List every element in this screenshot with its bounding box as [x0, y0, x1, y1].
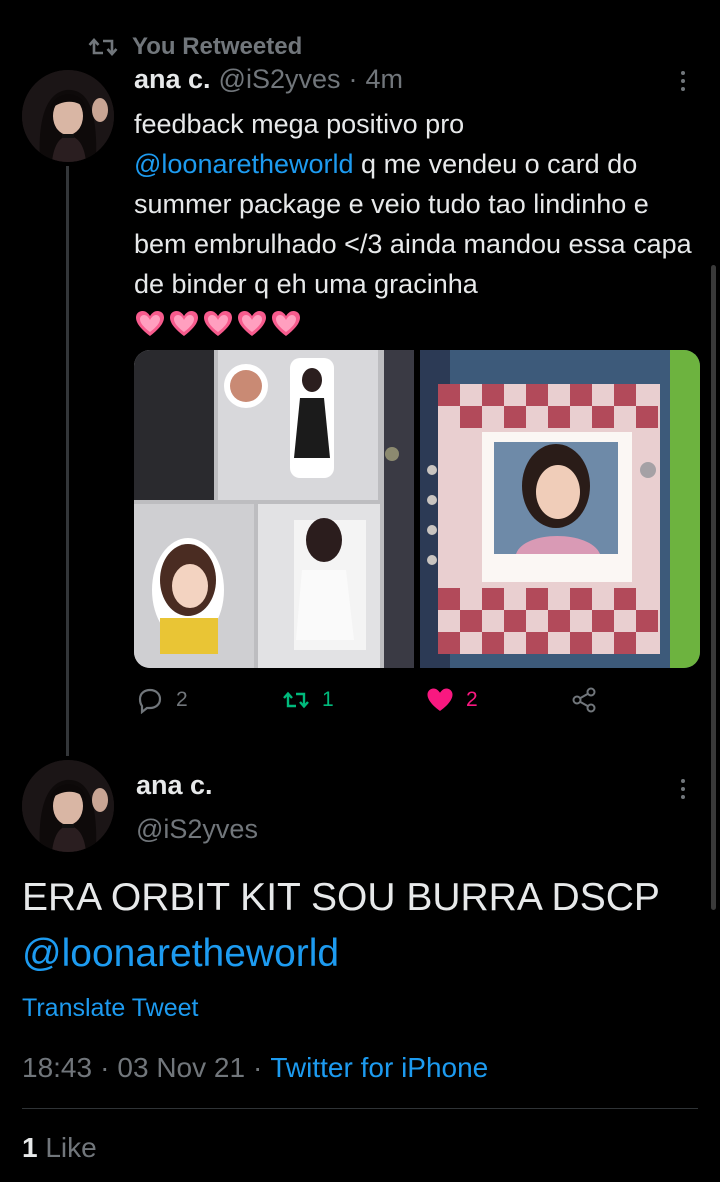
thread-connector — [66, 166, 69, 756]
more-dot — [681, 779, 685, 783]
avatar-photo — [22, 70, 114, 162]
reply-button[interactable]: 2 — [136, 686, 188, 714]
likes-summary[interactable]: 1 Like — [22, 1132, 97, 1164]
reply-count: 2 — [176, 688, 188, 711]
tweet-text-part: feedback mega positivo pro — [134, 109, 465, 139]
share-icon — [572, 687, 596, 713]
retweet-banner-label: You Retweeted — [132, 33, 303, 60]
tweet-header: ana c. @iS2yves · 4m — [134, 64, 403, 95]
tweet-time: 18:43 — [22, 1052, 93, 1083]
divider — [22, 1108, 698, 1109]
retweet-banner: You Retweeted — [88, 32, 302, 62]
pink-heart-emoji — [136, 311, 164, 336]
retweet-count: 1 — [322, 688, 334, 711]
heart-emojis — [134, 308, 704, 340]
pink-heart-emoji — [238, 311, 266, 336]
tweet-metadata: 18:43 · 03 Nov 21 · Twitter for iPhone — [22, 1052, 488, 1084]
author-name[interactable]: ana c. — [136, 770, 213, 801]
tweet-date: 03 Nov 21 — [117, 1052, 246, 1083]
more-dot — [681, 787, 685, 791]
tweet-actions: 2 1 2 — [136, 686, 616, 722]
separator-dot: · — [100, 1052, 110, 1083]
retweet-button[interactable]: 1 — [282, 686, 334, 714]
pink-heart-emoji — [204, 311, 232, 336]
like-label: Like — [45, 1132, 97, 1163]
author-handle[interactable]: @iS2yves — [136, 814, 258, 845]
scrollbar[interactable] — [711, 265, 716, 910]
retweet-icon — [88, 38, 118, 56]
tweet-text: feedback mega positivo pro @loonarethewo… — [134, 104, 704, 340]
more-options-button[interactable] — [668, 774, 698, 804]
tweet-media — [134, 350, 700, 668]
mention-link[interactable]: @loonaretheworld — [22, 932, 339, 975]
author-name[interactable]: ana c. — [134, 64, 211, 95]
media-photo-binder-pages[interactable] — [134, 350, 414, 668]
tweet-text: ERA ORBIT KIT SOU BURRA DSCP @loonarethe… — [22, 870, 682, 982]
mention-link[interactable]: @loonaretheworld — [134, 149, 354, 179]
avatar[interactable] — [22, 70, 114, 162]
more-dot — [681, 87, 685, 91]
heart-filled-icon — [427, 688, 453, 711]
avatar[interactable] — [22, 760, 114, 852]
translate-tweet-link[interactable]: Translate Tweet — [22, 994, 198, 1023]
tweet-text-part: ERA ORBIT KIT SOU BURRA DSCP — [22, 876, 660, 919]
share-button[interactable] — [570, 686, 598, 714]
like-count: 1 — [22, 1132, 38, 1163]
more-options-button[interactable] — [668, 66, 698, 96]
avatar-photo — [22, 760, 114, 852]
separator-dot: · — [348, 64, 358, 94]
author-handle[interactable]: @iS2yves — [219, 64, 341, 95]
like-button[interactable]: 2 — [426, 686, 478, 714]
media-photo-binder-cover[interactable] — [420, 350, 700, 668]
reply-icon — [138, 688, 162, 714]
like-count: 2 — [466, 688, 478, 711]
more-dot — [681, 795, 685, 799]
separator-dot: · — [253, 1052, 263, 1083]
more-dot — [681, 71, 685, 75]
tweet-time[interactable]: 4m — [366, 64, 404, 95]
retweet-icon — [283, 691, 309, 709]
pink-heart-emoji — [272, 311, 300, 336]
more-dot — [681, 79, 685, 83]
tweet-source-link[interactable]: Twitter for iPhone — [270, 1052, 488, 1084]
pink-heart-emoji — [170, 311, 198, 336]
